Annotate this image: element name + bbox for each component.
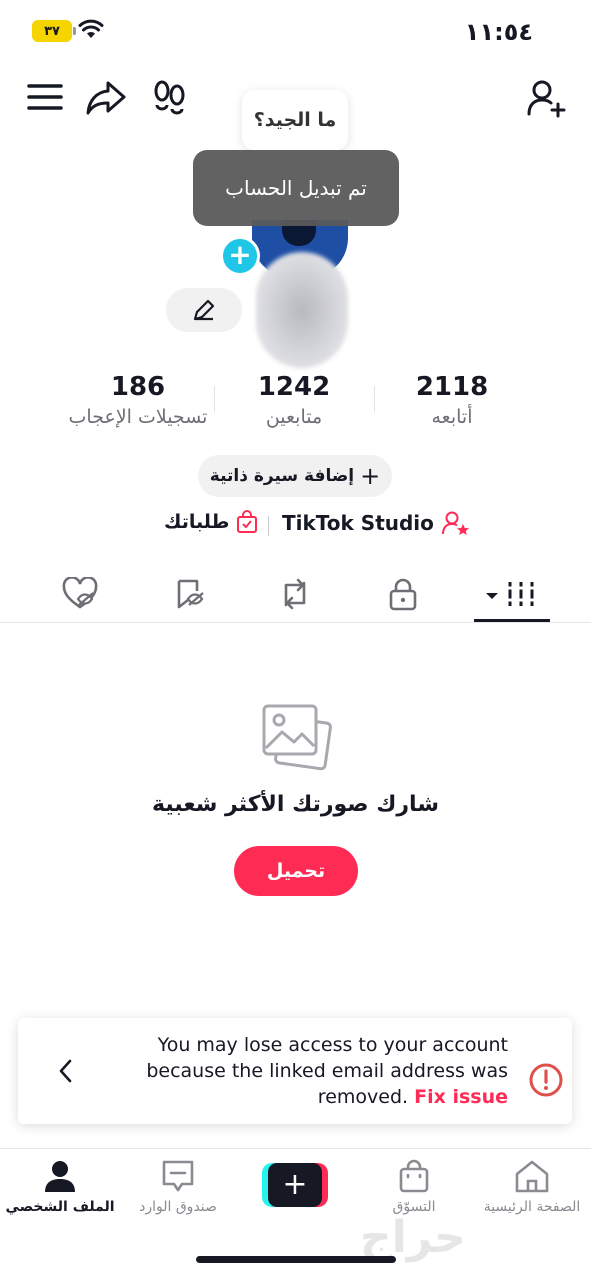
home-icon bbox=[515, 1160, 549, 1193]
tab-reposts[interactable] bbox=[265, 570, 325, 618]
creator-star-icon bbox=[441, 511, 469, 535]
following-label: أتابعه bbox=[431, 406, 473, 428]
shopping-bag-icon bbox=[399, 1159, 429, 1193]
nav-home-label: الصفحة الرئيسية bbox=[483, 1199, 581, 1215]
followers-stat[interactable]: 1242 متابعين bbox=[214, 372, 374, 428]
followers-count: 1242 bbox=[257, 372, 331, 402]
your-orders-label: طلباتك bbox=[164, 511, 230, 533]
edit-profile-button[interactable] bbox=[166, 288, 242, 332]
likes-label: تسجيلات الإعجاب bbox=[68, 406, 208, 428]
links-divider bbox=[268, 516, 269, 536]
followers-label: متابعين bbox=[265, 406, 323, 428]
home-indicator bbox=[196, 1256, 396, 1263]
battery-indicator: ٣٧ bbox=[32, 20, 76, 42]
tabs-divider bbox=[0, 622, 591, 623]
shopping-bag-icon bbox=[237, 510, 258, 533]
status-time: ١١:٥٤ bbox=[464, 18, 533, 46]
empty-state-title: شارك صورتك الأكثر شعبية bbox=[152, 792, 439, 817]
share-icon[interactable] bbox=[86, 78, 126, 118]
whats-new-tooltip[interactable]: ما الجيد؟ bbox=[242, 90, 348, 150]
banner-message-block: You may lose access to your account beca… bbox=[110, 1032, 508, 1110]
nav-inbox[interactable]: صندوق الوارد bbox=[118, 1159, 238, 1215]
add-user-icon[interactable] bbox=[527, 78, 567, 118]
tab-liked[interactable] bbox=[50, 570, 110, 618]
inbox-icon bbox=[162, 1160, 194, 1192]
following-stat[interactable]: 2118 أتابعه bbox=[372, 372, 532, 428]
chevron-left-icon[interactable] bbox=[58, 1058, 74, 1084]
nav-profile[interactable]: الملف الشخصي bbox=[0, 1159, 120, 1215]
create-button[interactable]: + bbox=[262, 1163, 328, 1207]
create-plus: + bbox=[268, 1163, 322, 1207]
plus-icon: + bbox=[360, 462, 381, 490]
pencil-icon bbox=[193, 299, 215, 321]
menu-icon[interactable] bbox=[26, 78, 66, 118]
hidden-bookmark-icon bbox=[177, 579, 204, 609]
nav-profile-label: الملف الشخصي bbox=[5, 1199, 115, 1215]
profile-icon bbox=[45, 1161, 75, 1192]
nav-shop[interactable]: التسوّق bbox=[354, 1159, 474, 1215]
likes-count: 186 bbox=[110, 372, 166, 402]
likes-stat[interactable]: 186 تسجيلات الإعجاب bbox=[58, 372, 218, 428]
hidden-heart-icon bbox=[62, 577, 98, 609]
fix-issue-link[interactable]: Fix issue bbox=[414, 1086, 508, 1108]
grid-dropdown-icon bbox=[486, 582, 538, 606]
tiktok-studio-link[interactable]: TikTok Studio bbox=[282, 510, 470, 536]
photos-icon bbox=[262, 704, 332, 771]
nav-inbox-label: صندوق الوارد bbox=[139, 1199, 217, 1215]
avatar-blurred bbox=[256, 252, 348, 368]
following-count: 2118 bbox=[415, 372, 489, 402]
nav-home[interactable]: الصفحة الرئيسية bbox=[472, 1159, 591, 1215]
repost-icon bbox=[284, 578, 306, 610]
tab-private[interactable] bbox=[373, 570, 433, 618]
wifi-icon bbox=[78, 19, 104, 38]
battery-level: ٣٧ bbox=[44, 23, 60, 39]
tiktok-studio-label: TikTok Studio bbox=[282, 511, 434, 535]
email-warning-banner[interactable]: You may lose access to your account beca… bbox=[18, 1018, 572, 1124]
add-story-button[interactable]: + bbox=[220, 236, 260, 276]
lock-icon bbox=[389, 578, 417, 611]
tab-favorites[interactable] bbox=[160, 570, 220, 618]
your-orders-link[interactable]: طلباتك bbox=[164, 510, 259, 534]
alert-icon bbox=[529, 1063, 563, 1097]
account-switched-toast: تم تبديل الحساب bbox=[193, 150, 399, 226]
footprint-icon[interactable] bbox=[150, 78, 190, 118]
add-bio-button[interactable]: + إضافة سيرة ذاتية bbox=[198, 455, 392, 497]
tab-videos[interactable] bbox=[480, 570, 540, 618]
add-bio-label: إضافة سيرة ذاتية bbox=[209, 466, 355, 486]
upload-button[interactable]: تحميل bbox=[234, 846, 358, 896]
